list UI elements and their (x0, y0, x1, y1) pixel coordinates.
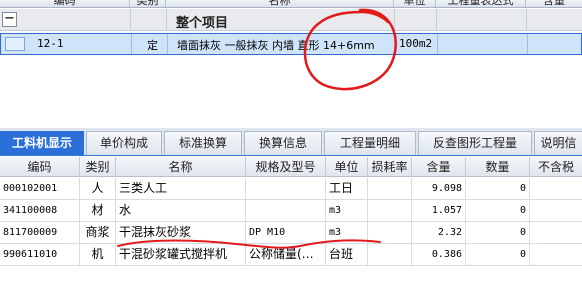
cell-loss-rate[interactable] (368, 200, 412, 221)
tab-quantity-detail[interactable]: 工程量明细 (324, 131, 416, 155)
cell-loss-rate[interactable] (368, 222, 412, 243)
quota-unit[interactable]: 100m2 (399, 37, 432, 50)
column-divider (526, 9, 527, 31)
column-divider (166, 9, 167, 31)
cell-price-ex-tax[interactable] (530, 244, 582, 265)
cell-unit[interactable]: 台班 (326, 244, 368, 265)
quota-grid-header: 编码 类别 名称 单位 工程量表达式 含量 (0, 0, 582, 8)
cell-quantity[interactable]: 0 (466, 222, 530, 243)
header-loss-rate[interactable]: 损耗率 (368, 157, 412, 177)
cell-code[interactable]: 990611010 (0, 244, 80, 265)
detail-tab-bar: 工料机显示 单价构成 标准换算 换算信息 工程量明细 反查图形工程量 说明信 (0, 128, 582, 156)
table-row[interactable]: 000102001 人 三类人工 工日 9.098 0 (0, 178, 582, 200)
tab-unit-price-composition[interactable]: 单价构成 (86, 131, 162, 155)
cell-unit[interactable]: m3 (326, 200, 368, 221)
column-divider (395, 34, 396, 54)
quota-code[interactable]: 12-1 (37, 37, 64, 50)
cell-loss-rate[interactable] (368, 178, 412, 199)
cell-price-ex-tax[interactable] (530, 178, 582, 199)
table-row[interactable]: 990611010 机 干混砂浆罐式搅拌机 公称储量(… 台班 0.386 0 (0, 244, 582, 266)
cell-type[interactable]: 商浆 (80, 222, 116, 243)
group-row[interactable]: − 整个项目 (0, 9, 582, 31)
column-divider (131, 34, 132, 54)
cell-price-ex-tax[interactable] (530, 200, 582, 221)
tab-standard-conversion[interactable]: 标准换算 (164, 131, 242, 155)
quota-type[interactable]: 定 (147, 37, 158, 53)
column-divider (130, 9, 131, 31)
cell-name[interactable]: 三类人工 (116, 178, 246, 199)
cell-quantity[interactable]: 0 (466, 244, 530, 265)
header-type[interactable]: 类别 (130, 0, 166, 7)
row-indicator-icon[interactable] (5, 37, 25, 51)
header-name[interactable]: 名称 (166, 0, 394, 7)
cell-content[interactable]: 1.057 (412, 200, 466, 221)
cell-content[interactable]: 2.32 (412, 222, 466, 243)
cell-type[interactable]: 机 (80, 244, 116, 265)
cell-name[interactable]: 水 (116, 200, 246, 221)
cell-code[interactable]: 000102001 (0, 178, 80, 199)
cell-type[interactable]: 人 (80, 178, 116, 199)
cell-spec[interactable] (246, 178, 326, 199)
header-content[interactable]: 含量 (412, 157, 466, 177)
selected-quota-row[interactable]: 12-1 定 墙面抹灰 一般抹灰 内墙 直形 14+6mm 100m2 (0, 33, 582, 55)
header-code[interactable]: 编码 (0, 157, 80, 177)
cell-price-ex-tax[interactable] (530, 222, 582, 243)
tab-reverse-graphic-quantity[interactable]: 反查图形工程量 (418, 131, 532, 155)
cell-quantity[interactable]: 0 (466, 200, 530, 221)
header-code[interactable]: 编码 (0, 0, 130, 7)
header-spec[interactable]: 规格及型号 (246, 157, 326, 177)
column-divider (167, 34, 168, 54)
cell-name[interactable]: 干混抹灰砂浆 (116, 222, 246, 243)
quota-name[interactable]: 墙面抹灰 一般抹灰 内墙 直形 14+6mm (177, 37, 375, 53)
tab-conversion-info[interactable]: 换算信息 (244, 131, 322, 155)
cell-spec[interactable] (246, 200, 326, 221)
column-divider (437, 34, 438, 54)
table-row[interactable]: 341100008 材 水 m3 1.057 0 (0, 200, 582, 222)
header-name[interactable]: 名称 (116, 157, 246, 177)
material-grid: 编码 类别 名称 规格及型号 单位 损耗率 含量 数量 不含税 00010200… (0, 157, 582, 301)
table-row[interactable]: 811700009 商浆 干混抹灰砂浆 DP M10 m3 2.32 0 (0, 222, 582, 244)
cell-code[interactable]: 811700009 (0, 222, 80, 243)
group-title: 整个项目 (176, 16, 229, 31)
cell-name[interactable]: 干混砂浆罐式搅拌机 (116, 244, 246, 265)
header-quantity-expression[interactable]: 工程量表达式 (436, 0, 526, 7)
column-divider (394, 9, 395, 31)
cell-unit[interactable]: m3 (326, 222, 368, 243)
cell-spec[interactable]: 公称储量(… (246, 244, 326, 265)
quota-grid: 编码 类别 名称 单位 工程量表达式 含量 − 整个项目 12-1 定 墙面抹灰… (0, 0, 582, 60)
cell-content[interactable]: 9.098 (412, 178, 466, 199)
tab-material-display[interactable]: 工料机显示 (0, 131, 84, 155)
header-type[interactable]: 类别 (80, 157, 116, 177)
header-quantity[interactable]: 数量 (466, 157, 530, 177)
column-divider (436, 9, 437, 31)
cell-content[interactable]: 0.386 (412, 244, 466, 265)
cell-spec[interactable]: DP M10 (246, 222, 326, 243)
cell-type[interactable]: 材 (80, 200, 116, 221)
tab-description[interactable]: 说明信 (534, 131, 582, 155)
collapse-toggle-icon[interactable]: − (2, 12, 17, 27)
header-content[interactable]: 含量 (526, 0, 582, 7)
header-unit[interactable]: 单位 (394, 0, 436, 7)
cell-unit[interactable]: 工日 (326, 178, 368, 199)
cell-code[interactable]: 341100008 (0, 200, 80, 221)
cell-quantity[interactable]: 0 (466, 178, 530, 199)
cell-loss-rate[interactable] (368, 244, 412, 265)
material-grid-header: 编码 类别 名称 规格及型号 单位 损耗率 含量 数量 不含税 (0, 157, 582, 177)
header-price-ex-tax[interactable]: 不含税 (530, 157, 582, 177)
column-divider (527, 34, 528, 54)
header-unit[interactable]: 单位 (326, 157, 368, 177)
